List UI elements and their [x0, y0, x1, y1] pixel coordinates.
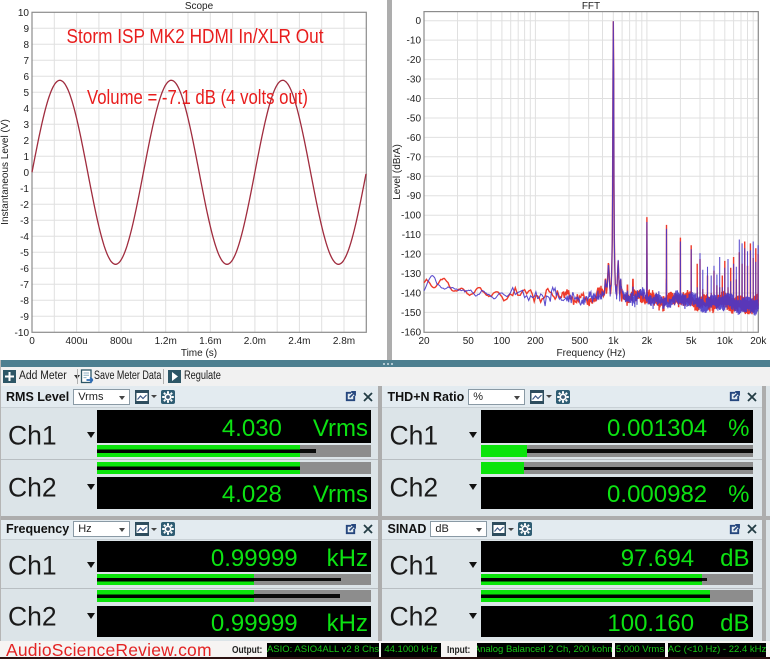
svg-text:-50: -50 [407, 114, 422, 125]
svg-text:FFT: FFT [582, 1, 600, 12]
svg-text:4: 4 [23, 104, 29, 115]
svg-text:1.6m: 1.6m [199, 336, 221, 347]
svg-text:Scope: Scope [185, 1, 214, 12]
svg-text:2.4m: 2.4m [288, 336, 310, 347]
svg-text:0: 0 [23, 168, 29, 179]
svg-text:0: 0 [415, 16, 421, 27]
svg-text:-140: -140 [401, 289, 421, 300]
svg-text:5k: 5k [686, 336, 698, 347]
svg-text:100: 100 [494, 336, 511, 347]
svg-text:-5: -5 [20, 248, 29, 259]
svg-text:-7: -7 [20, 280, 29, 291]
svg-text:-10: -10 [407, 36, 422, 47]
svg-text:5: 5 [23, 88, 29, 99]
svg-text:7: 7 [23, 56, 29, 67]
svg-text:Level (dBrA): Level (dBrA) [392, 144, 403, 200]
svg-text:-150: -150 [401, 308, 421, 319]
svg-text:9: 9 [23, 24, 29, 35]
svg-text:-10: -10 [15, 328, 30, 339]
svg-text:2: 2 [23, 136, 29, 147]
svg-text:3: 3 [23, 120, 29, 131]
svg-text:8: 8 [23, 40, 29, 51]
svg-text:-110: -110 [402, 230, 422, 241]
svg-text:2k: 2k [642, 336, 654, 347]
svg-text:-130: -130 [401, 269, 421, 280]
svg-text:10k: 10k [717, 336, 734, 347]
svg-text:-4: -4 [20, 232, 29, 243]
svg-text:500: 500 [571, 336, 588, 347]
svg-text:50: 50 [463, 336, 475, 347]
svg-text:-9: -9 [20, 312, 29, 323]
svg-text:1: 1 [23, 152, 29, 163]
svg-text:Volume = -7.1 dB (4 volts out): Volume = -7.1 dB (4 volts out) [87, 86, 308, 109]
svg-text:-40: -40 [407, 94, 422, 105]
svg-text:6: 6 [23, 72, 29, 83]
svg-text:-80: -80 [407, 172, 422, 183]
svg-text:0: 0 [29, 336, 35, 347]
svg-text:1.2m: 1.2m [155, 336, 177, 347]
svg-text:Frequency (Hz): Frequency (Hz) [557, 348, 626, 359]
svg-text:2.8m: 2.8m [333, 336, 355, 347]
svg-text:2.0m: 2.0m [244, 336, 266, 347]
svg-text:-120: -120 [401, 250, 421, 261]
svg-text:-90: -90 [407, 191, 422, 202]
svg-text:20k: 20k [750, 336, 767, 347]
svg-text:-20: -20 [407, 55, 422, 66]
svg-text:400u: 400u [65, 336, 87, 347]
svg-text:-70: -70 [407, 152, 422, 163]
svg-text:-100: -100 [401, 211, 421, 222]
svg-text:-3: -3 [20, 216, 29, 227]
svg-text:200: 200 [527, 336, 544, 347]
svg-text:1k: 1k [608, 336, 620, 347]
svg-text:-1: -1 [20, 184, 29, 195]
svg-text:Storm ISP MK2 HDMI In/XLR Out: Storm ISP MK2 HDMI In/XLR Out [67, 25, 324, 48]
svg-text:-8: -8 [20, 296, 29, 307]
svg-text:20: 20 [418, 336, 430, 347]
svg-text:Time (s): Time (s) [181, 348, 217, 359]
svg-text:10: 10 [18, 8, 30, 19]
svg-text:-2: -2 [20, 200, 29, 211]
svg-text:Instantaneous Level (V): Instantaneous Level (V) [0, 119, 11, 225]
svg-text:-60: -60 [407, 133, 422, 144]
svg-text:800u: 800u [110, 336, 132, 347]
svg-text:-30: -30 [407, 75, 422, 86]
svg-text:-6: -6 [20, 264, 29, 275]
